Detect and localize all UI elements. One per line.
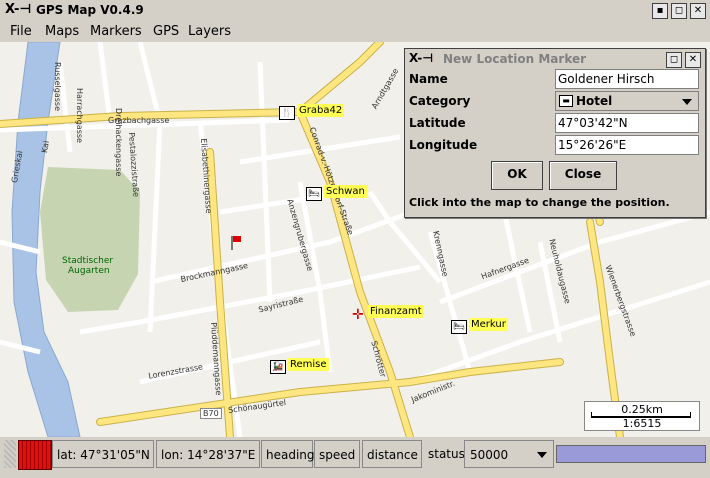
- name-label: Name: [409, 72, 448, 86]
- poi-label-merkur[interactable]: Merkur: [469, 318, 508, 331]
- hotel-icon: ▬: [559, 95, 573, 107]
- map-scale: 0.25km 1:6515: [584, 401, 700, 431]
- zoom-value: 50000: [470, 448, 509, 462]
- menu-maps[interactable]: Maps: [45, 24, 79, 39]
- hotel-icon[interactable]: 🛏: [306, 187, 322, 201]
- park-label-line2: Augarten: [68, 266, 110, 276]
- location-flag-icon: [233, 236, 241, 242]
- ok-button[interactable]: OK: [491, 161, 543, 190]
- heading-readout: heading: [261, 440, 315, 468]
- park-area: [40, 167, 140, 312]
- category-label: Category: [409, 94, 471, 108]
- longitude-readout: lon: 14°28'37"E: [156, 440, 260, 468]
- chevron-down-icon: [682, 99, 692, 105]
- application-window: X-⊣ GPS Map V0.4.9 ▪ ◻ ✕ File Maps Marke…: [0, 0, 710, 478]
- status-label: status: [424, 440, 465, 468]
- progress-fill: [557, 446, 705, 462]
- scale-ratio: 1:6515: [622, 417, 662, 430]
- close-button[interactable]: Close: [549, 161, 617, 190]
- latitude-readout: lat: 47°31'05"N: [52, 440, 154, 468]
- road-number-label: B70: [200, 408, 222, 419]
- train-icon[interactable]: 🚂: [270, 360, 286, 374]
- longitude-field[interactable]: 15°26'26"E: [555, 135, 699, 155]
- latitude-field[interactable]: 47°03'42"N: [555, 113, 699, 133]
- poi-label-finanzamt[interactable]: Finanzamt: [368, 305, 424, 318]
- dialog-hint: Click into the map to change the positio…: [409, 196, 670, 209]
- dialog-close-button[interactable]: ✕: [685, 52, 701, 68]
- status-bar: lat: 47°31'05"N lon: 14°28'37"E heading …: [0, 437, 710, 478]
- street-label: Dreihackengasse: [114, 108, 123, 177]
- poi-label-graba42[interactable]: Graba42: [297, 104, 345, 117]
- scale-distance: 0.25km: [621, 403, 663, 416]
- dialog-logo-icon: X-⊣: [409, 51, 434, 65]
- window-title: GPS Map V0.4.9: [36, 3, 144, 17]
- menu-layers[interactable]: Layers: [188, 24, 231, 39]
- poi-label-remise[interactable]: Remise: [288, 358, 329, 371]
- dialog-title-bar[interactable]: X-⊣ New Location Marker ◻ ✕: [405, 49, 705, 69]
- menu-gps[interactable]: GPS: [153, 24, 179, 39]
- menu-bar: File Maps Markers GPS Layers: [0, 22, 710, 42]
- category-value: Hotel: [576, 94, 613, 108]
- restaurant-icon[interactable]: 🍴: [279, 106, 295, 120]
- distance-readout: distance: [362, 440, 422, 468]
- title-bar[interactable]: X-⊣ GPS Map V0.4.9 ▪ ◻ ✕: [0, 0, 710, 23]
- minimize-button[interactable]: ▪: [652, 3, 668, 19]
- gps-status-indicator: [18, 440, 52, 470]
- menu-markers[interactable]: Markers: [90, 24, 142, 39]
- street-label: Russelgasse: [53, 62, 62, 111]
- longitude-label: Longitude: [409, 138, 478, 152]
- new-location-marker-dialog: X-⊣ New Location Marker ◻ ✕ Name Goldene…: [404, 48, 706, 218]
- latitude-label: Latitude: [409, 116, 466, 130]
- category-select[interactable]: ▬ Hotel: [555, 91, 699, 111]
- maximize-button[interactable]: ◻: [671, 3, 687, 19]
- window-logo-icon: X-⊣: [5, 2, 32, 17]
- dialog-maximize-button[interactable]: ◻: [666, 52, 682, 68]
- dialog-title: New Location Marker: [443, 52, 587, 66]
- park-label-line1: Stadtischer: [62, 256, 114, 266]
- resize-grip[interactable]: [4, 440, 16, 468]
- poi-label-schwan[interactable]: Schwan: [324, 185, 367, 198]
- street-label: Harrachgasse: [75, 88, 84, 143]
- zoom-select[interactable]: 50000: [464, 440, 554, 468]
- name-field[interactable]: Goldener Hirsch: [555, 69, 699, 89]
- hotel-icon[interactable]: 🛏: [451, 320, 467, 334]
- menu-file[interactable]: File: [10, 24, 32, 39]
- speed-readout: speed: [314, 440, 360, 468]
- chevron-down-icon: [537, 452, 547, 458]
- office-icon[interactable]: ✛: [352, 308, 366, 322]
- close-window-button[interactable]: ✕: [690, 3, 706, 19]
- progress-bar: [556, 445, 706, 463]
